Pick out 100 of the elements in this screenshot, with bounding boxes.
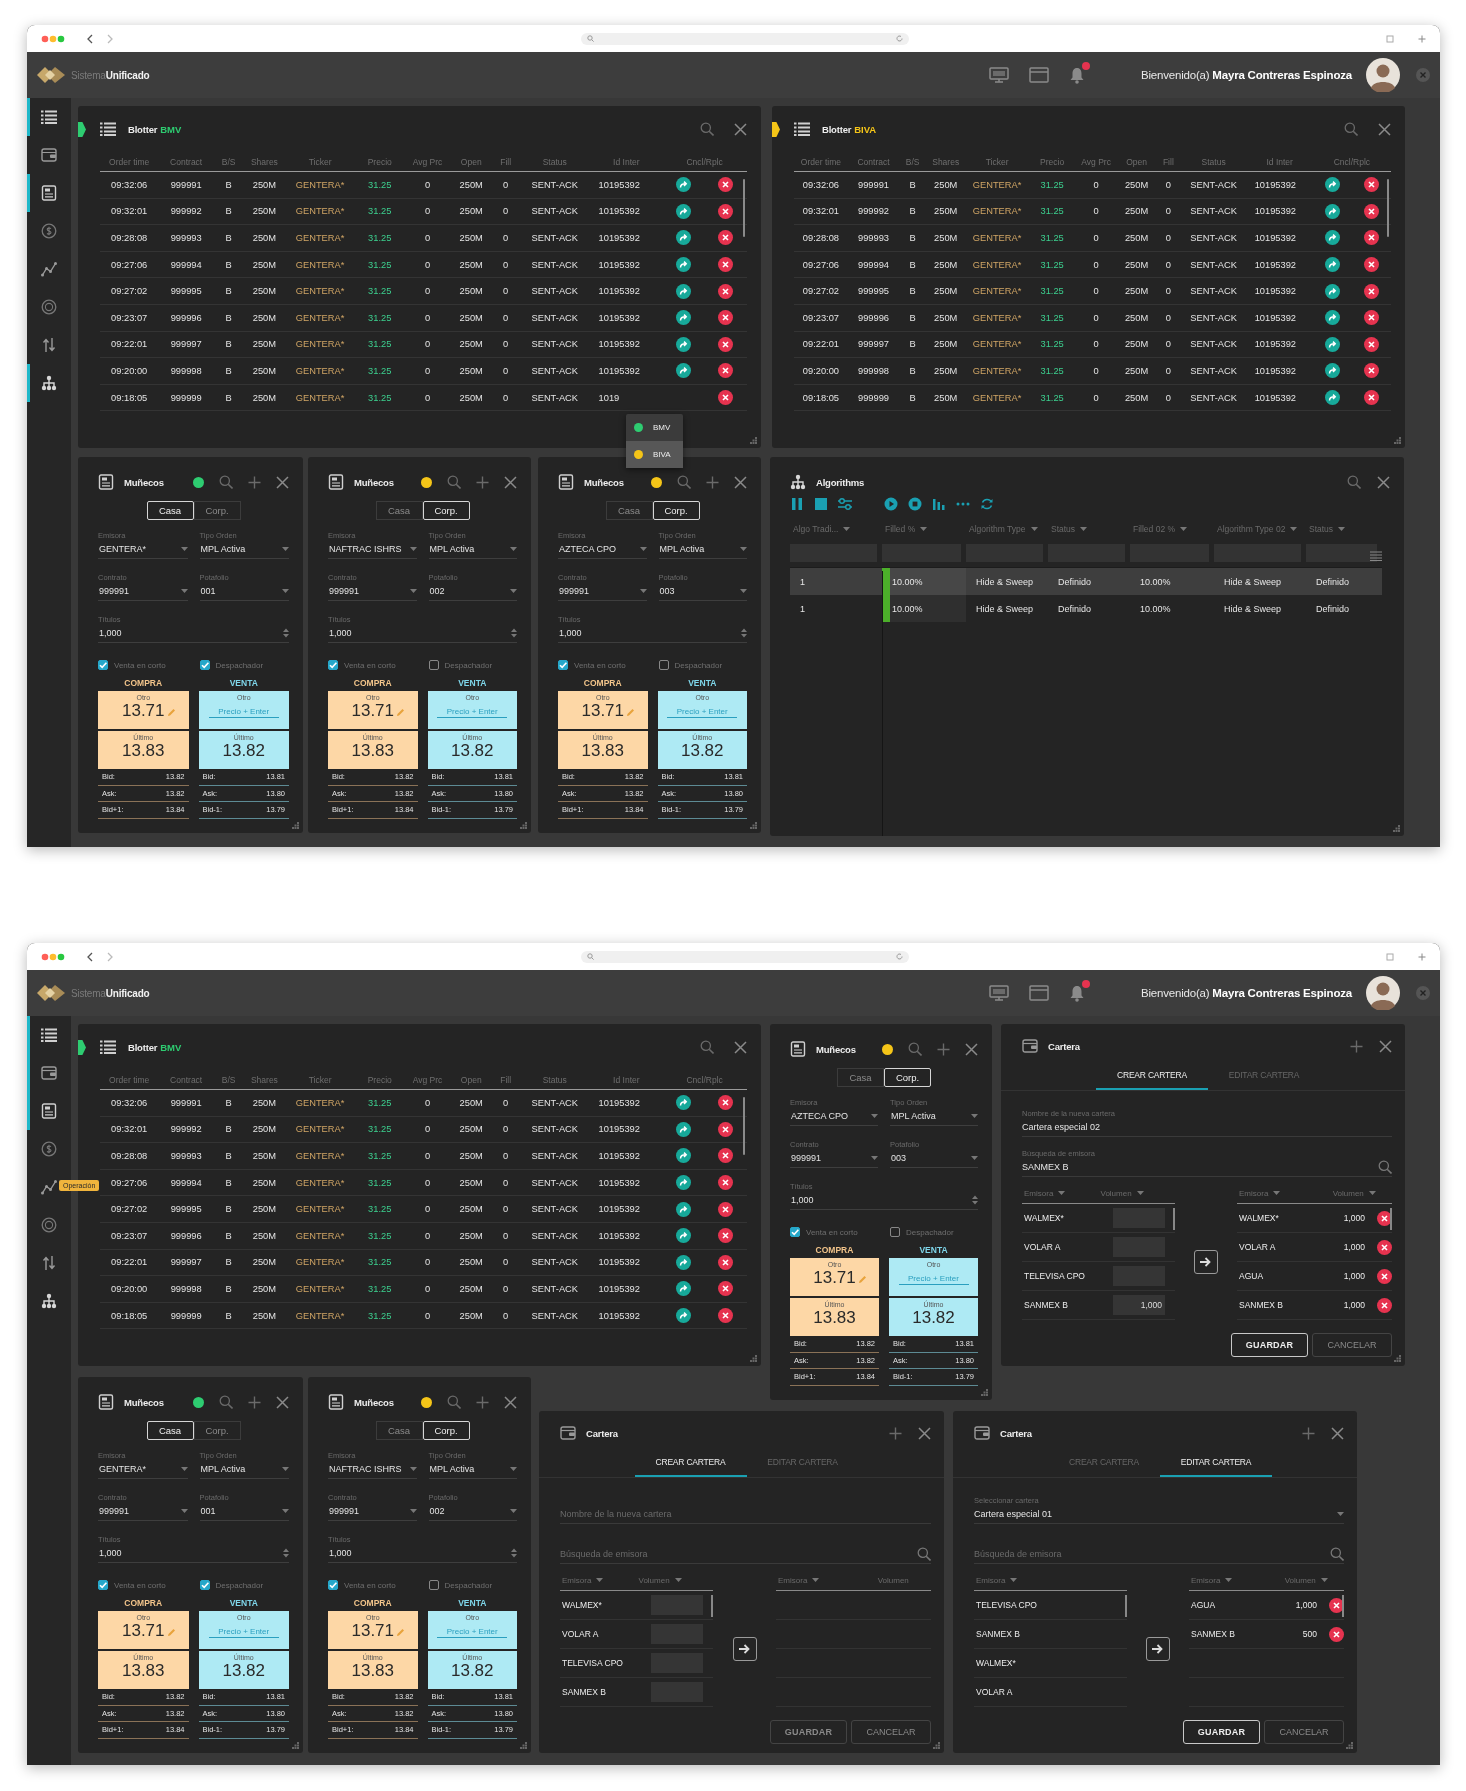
search-field[interactable]: SANMEX B — [1022, 1162, 1378, 1172]
column-header[interactable]: Algorithm Type 02 — [1214, 524, 1306, 534]
resize-grip-icon[interactable] — [1346, 1742, 1353, 1749]
column-header[interactable]: Contract — [847, 157, 900, 167]
status-dot[interactable] — [193, 1396, 204, 1408]
number-field[interactable]: 1,000 — [328, 1544, 517, 1563]
scrollbar[interactable] — [710, 1595, 713, 1617]
column-header[interactable]: Fill — [492, 157, 519, 167]
close-icon[interactable] — [734, 122, 747, 136]
redo-icon[interactable] — [675, 1148, 691, 1164]
status-dot[interactable] — [421, 476, 432, 488]
tab[interactable]: Corp. — [422, 1421, 470, 1440]
redo-icon[interactable] — [675, 1095, 691, 1111]
column-header[interactable]: Ticker — [965, 157, 1029, 167]
plus-icon[interactable] — [889, 1426, 902, 1440]
column-header[interactable]: Precio — [354, 157, 405, 167]
close-icon[interactable] — [1377, 475, 1390, 489]
column-menu-icon[interactable] — [1370, 551, 1382, 561]
stepper-icon[interactable] — [741, 628, 747, 638]
search-icon[interactable] — [447, 475, 461, 489]
column-header[interactable]: Status — [1180, 157, 1247, 167]
column-header[interactable]: Algorithm Type — [966, 524, 1048, 534]
cancel-icon[interactable] — [718, 1228, 734, 1244]
column-header[interactable]: Cncl/Rplc — [662, 1075, 747, 1085]
plus-icon[interactable] — [1302, 1426, 1315, 1440]
price-field[interactable]: Precio + Enter — [898, 1274, 969, 1285]
column-header[interactable]: Emisora — [560, 1575, 637, 1585]
cancel-icon[interactable] — [1363, 363, 1379, 379]
column-header[interactable]: Precio — [354, 1075, 405, 1085]
checkbox[interactable] — [98, 660, 108, 670]
column-header[interactable]: Status — [1048, 524, 1130, 534]
resize-grip-icon[interactable] — [933, 1742, 940, 1749]
column-header[interactable]: Emisora — [1237, 1188, 1315, 1198]
resize-grip-icon[interactable] — [292, 1742, 299, 1749]
close-icon[interactable] — [276, 1395, 289, 1409]
price-field[interactable]: Precio + Enter — [208, 707, 279, 718]
status-dot[interactable] — [193, 476, 204, 488]
filter-field[interactable] — [1306, 544, 1377, 562]
close-icon[interactable] — [1379, 1039, 1392, 1053]
search-field[interactable]: Búsqueda de emisora — [560, 1549, 917, 1559]
table-row[interactable]: 1 10.00% Hide & Sweep Definido 10.00% Hide & Sweep Definido — [790, 595, 1382, 622]
save-button[interactable]: GUARDAR — [1183, 1720, 1260, 1744]
search-icon[interactable] — [700, 1040, 714, 1054]
cancel-icon[interactable] — [718, 1095, 734, 1111]
select-field[interactable]: 001 — [199, 1502, 289, 1521]
select-field[interactable]: MPL Activa — [658, 540, 747, 559]
tab[interactable]: Corp. — [422, 501, 470, 520]
search-icon[interactable] — [219, 1395, 233, 1409]
save-button[interactable]: GUARDAR — [1231, 1333, 1308, 1357]
select-field[interactable]: 999991 — [98, 1502, 188, 1521]
price-field[interactable]: Precio + Enter — [208, 1627, 279, 1638]
volume-field[interactable]: 1,000 — [1113, 1295, 1165, 1315]
select-field[interactable]: 999991 — [790, 1149, 878, 1168]
menu-item[interactable]: BMV — [626, 414, 683, 441]
scrollbar[interactable] — [1124, 1595, 1127, 1617]
scrollbar[interactable] — [1172, 1208, 1175, 1230]
column-header[interactable]: Fill — [492, 1075, 519, 1085]
stop-circle-icon[interactable] — [908, 497, 922, 511]
tab[interactable]: Corp. — [193, 1421, 241, 1440]
column-header[interactable]: B/S — [214, 157, 244, 167]
column-header[interactable]: Avg Prc — [404, 157, 450, 167]
search-icon[interactable] — [917, 1547, 931, 1561]
redo-icon[interactable] — [1324, 283, 1340, 299]
resize-grip-icon[interactable] — [292, 822, 299, 829]
cancel-icon[interactable] — [1363, 203, 1379, 219]
play-icon[interactable] — [884, 497, 898, 511]
redo-icon[interactable] — [675, 283, 691, 299]
bell-icon[interactable] — [1069, 66, 1085, 84]
column-header[interactable]: Order time — [100, 157, 159, 167]
avatar[interactable] — [1366, 58, 1400, 92]
select-field[interactable]: MPL Activa — [428, 540, 517, 559]
tab[interactable]: Casa — [837, 1068, 884, 1087]
cancel-icon[interactable] — [718, 283, 734, 299]
transfer-button[interactable] — [1146, 1636, 1170, 1661]
cancel-icon[interactable] — [1377, 1239, 1392, 1255]
avatar[interactable] — [1366, 976, 1400, 1010]
select-field[interactable]: NAFTRAC ISHRS — [328, 1460, 417, 1479]
close-icon[interactable] — [276, 475, 289, 489]
number-field[interactable]: 1,000 — [558, 624, 747, 643]
search-icon[interactable] — [700, 122, 714, 136]
tab[interactable]: Casa — [375, 501, 423, 520]
redo-icon[interactable] — [675, 1121, 691, 1137]
back-icon[interactable] — [87, 951, 93, 962]
select-field[interactable]: AZTECA CPO — [558, 540, 647, 559]
plus-icon[interactable] — [706, 475, 719, 489]
cancel-icon[interactable] — [718, 390, 734, 406]
bell-icon[interactable] — [1069, 984, 1085, 1002]
close-icon[interactable] — [734, 475, 747, 489]
select-field[interactable]: Cartera especial 01 — [974, 1505, 1344, 1524]
tab[interactable]: Casa — [146, 1421, 194, 1440]
select-field[interactable]: GENTERA* — [98, 540, 188, 559]
select-field[interactable]: 999991 — [558, 582, 647, 601]
cancel-icon[interactable] — [718, 257, 734, 273]
column-header[interactable]: Filled 02 % — [1130, 524, 1214, 534]
select-field[interactable]: MPL Activa — [890, 1107, 978, 1126]
column-header[interactable]: B/S — [899, 157, 927, 167]
column-header[interactable]: B/S — [214, 1075, 244, 1085]
checkbox[interactable] — [658, 660, 669, 670]
redo-icon[interactable] — [675, 230, 691, 246]
close-icon[interactable] — [734, 1040, 747, 1054]
